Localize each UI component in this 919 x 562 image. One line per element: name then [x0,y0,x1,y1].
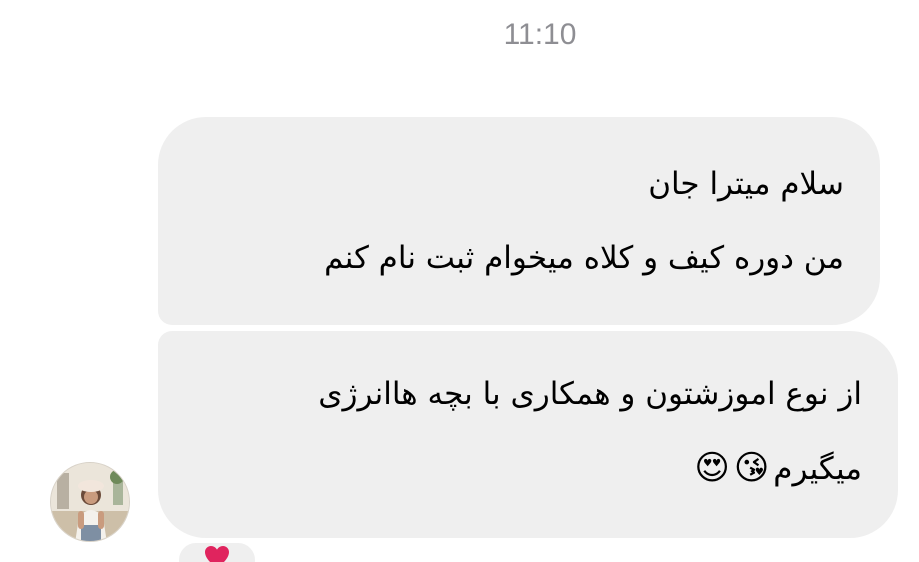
dm-thread-screen: 11:10 سلام میترا جان من دوره کیف و کلاه … [0,0,919,562]
message-text-line: از نوع اموزشتون و همکاری با بچه هاانرژی [318,376,862,412]
heart-eyes-emoji: 😍 [694,448,730,488]
message-text-line: میگیرم😘😍 [186,431,862,506]
message-text-line: من دوره کیف و کلاه میخوام ثبت نام کنم [324,240,844,276]
avatar-photo-icon [51,463,129,541]
message-bubble-1[interactable]: سلام میترا جان من دوره کیف و کلاه میخوام… [158,117,880,325]
message-timestamp: 11:10 [503,18,577,51]
avatar[interactable] [50,462,130,542]
heart-icon [204,545,230,562]
message-text-fragment: میگیرم [773,451,862,487]
kissing-face-emoji: 😘 [733,448,770,488]
message-text-line: سلام میترا جان [648,166,844,202]
message-bubble-2[interactable]: از نوع اموزشتون و همکاری با بچه هاانرژی … [158,331,898,538]
reaction-badge[interactable] [176,540,258,562]
